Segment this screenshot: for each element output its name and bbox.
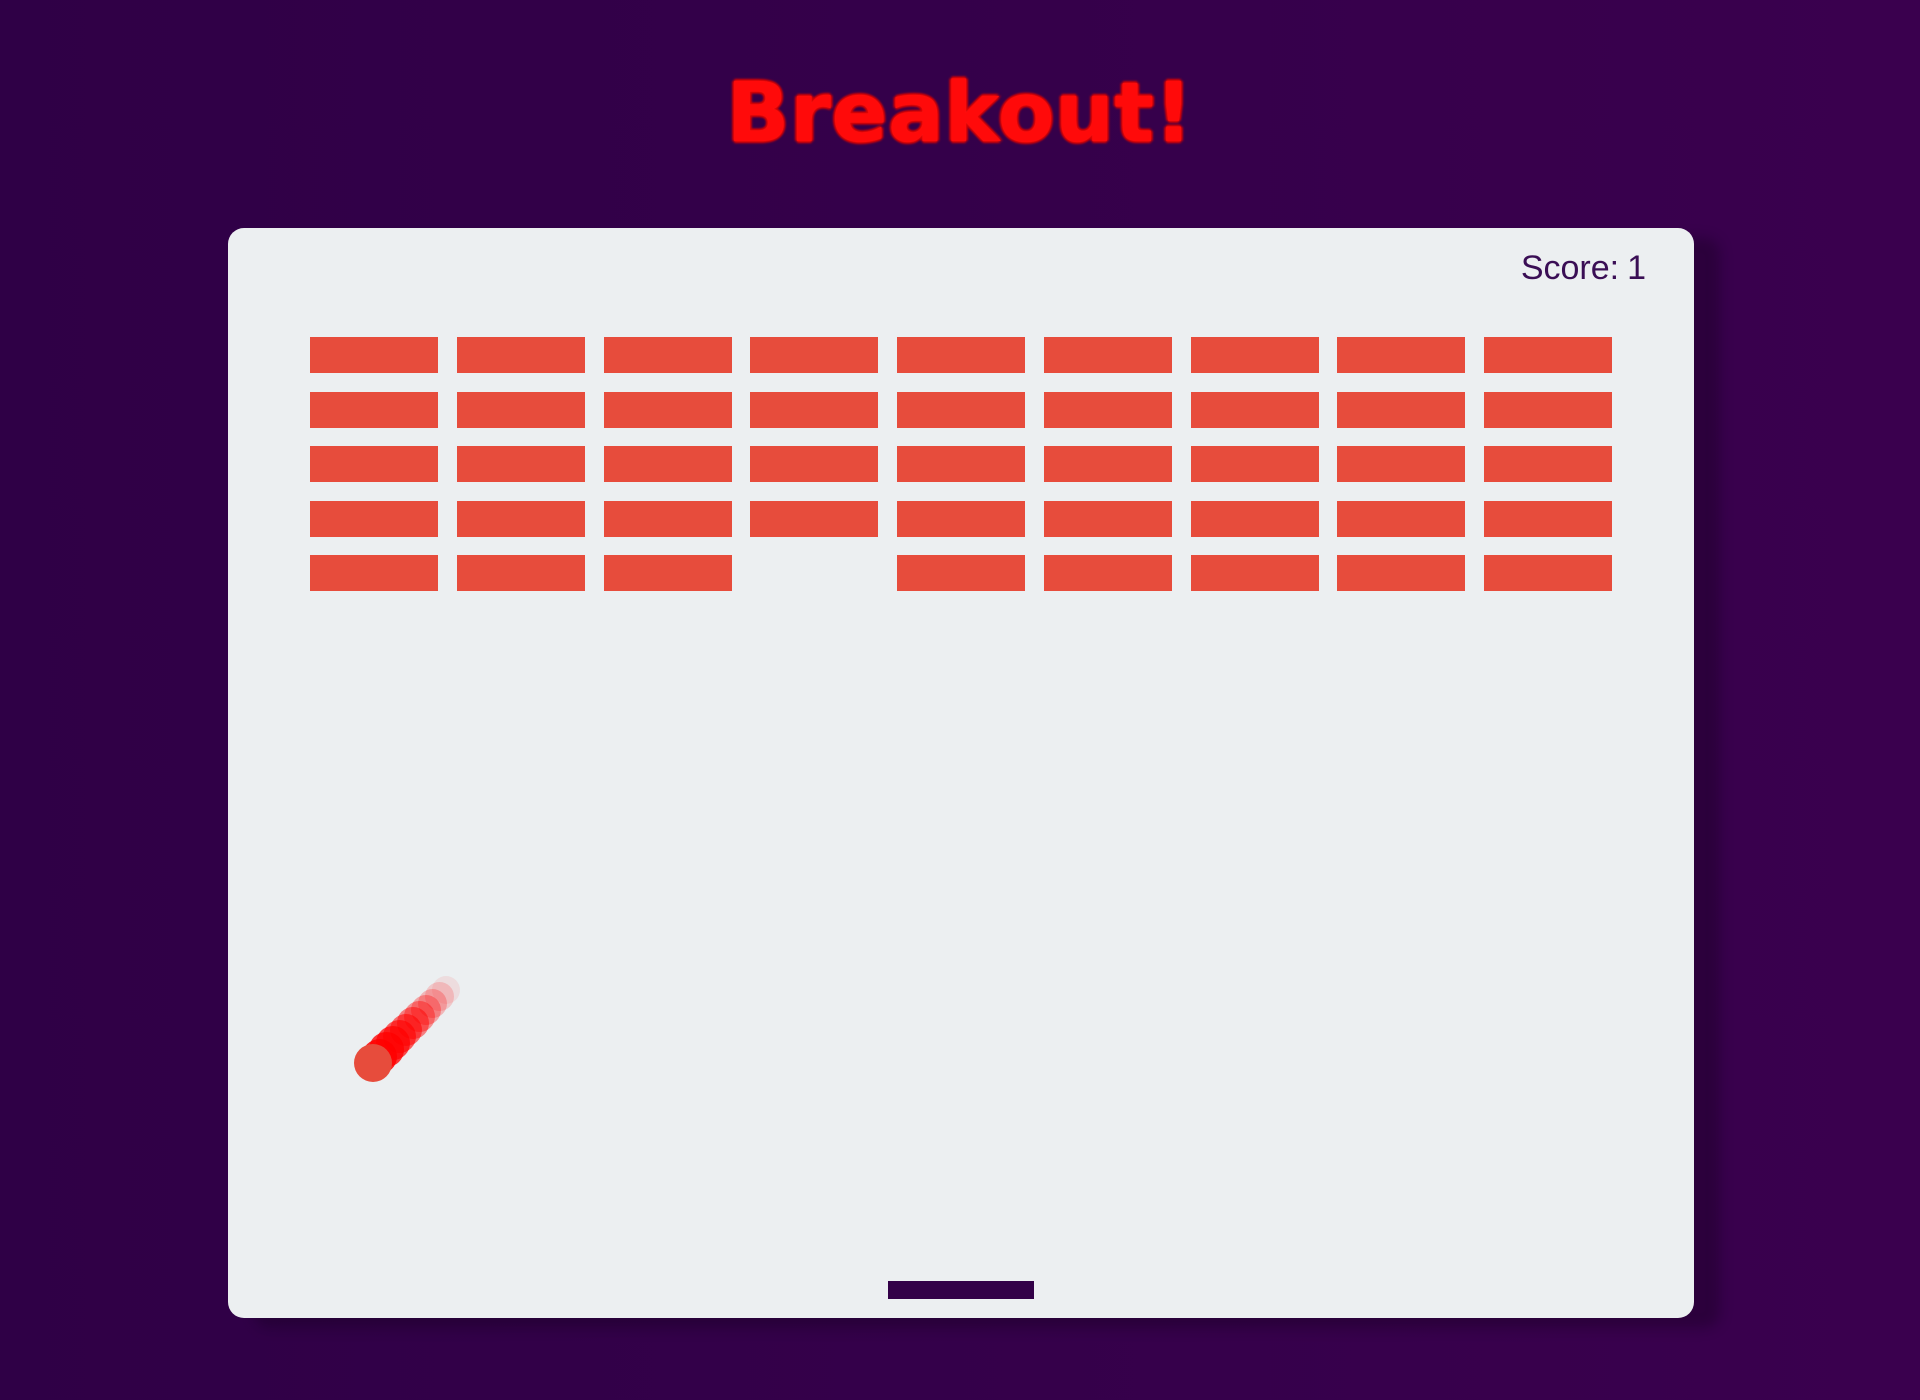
score-display: Score: 1 xyxy=(1521,248,1646,288)
brick xyxy=(1484,337,1612,373)
brick xyxy=(1337,337,1465,373)
brick xyxy=(1337,555,1465,591)
brick xyxy=(1191,501,1319,537)
brick xyxy=(604,555,732,591)
brick xyxy=(897,392,1025,428)
brick xyxy=(457,337,585,373)
brick xyxy=(457,446,585,482)
brick xyxy=(1191,446,1319,482)
paddle[interactable] xyxy=(888,1281,1034,1299)
brick xyxy=(457,555,585,591)
brick xyxy=(604,501,732,537)
brick xyxy=(310,446,438,482)
brick xyxy=(897,446,1025,482)
brick xyxy=(310,501,438,537)
ball xyxy=(354,1044,392,1082)
brick xyxy=(750,446,878,482)
brick xyxy=(1044,501,1172,537)
brick xyxy=(1484,501,1612,537)
brick xyxy=(1337,501,1465,537)
brick xyxy=(1191,337,1319,373)
brick xyxy=(750,337,878,373)
brick xyxy=(1191,392,1319,428)
brick xyxy=(604,392,732,428)
brick-grid xyxy=(310,337,1612,599)
brick xyxy=(1484,392,1612,428)
brick xyxy=(310,392,438,428)
brick xyxy=(1337,446,1465,482)
brick xyxy=(1044,337,1172,373)
brick xyxy=(897,337,1025,373)
brick xyxy=(310,337,438,373)
brick xyxy=(457,392,585,428)
game-board[interactable]: Score: 1 xyxy=(228,228,1694,1318)
brick xyxy=(750,392,878,428)
brick xyxy=(1044,446,1172,482)
score-value: 1 xyxy=(1627,249,1646,287)
game-title: Breakout! xyxy=(726,66,1194,161)
brick-gap xyxy=(750,555,878,591)
brick xyxy=(1484,555,1612,591)
brick xyxy=(1484,446,1612,482)
brick xyxy=(457,501,585,537)
score-label: Score: xyxy=(1520,249,1620,287)
brick xyxy=(1044,555,1172,591)
brick xyxy=(750,501,878,537)
brick xyxy=(1191,555,1319,591)
brick xyxy=(604,446,732,482)
brick xyxy=(604,337,732,373)
brick xyxy=(897,555,1025,591)
brick xyxy=(310,555,438,591)
brick xyxy=(1337,392,1465,428)
brick xyxy=(897,501,1025,537)
brick xyxy=(1044,392,1172,428)
